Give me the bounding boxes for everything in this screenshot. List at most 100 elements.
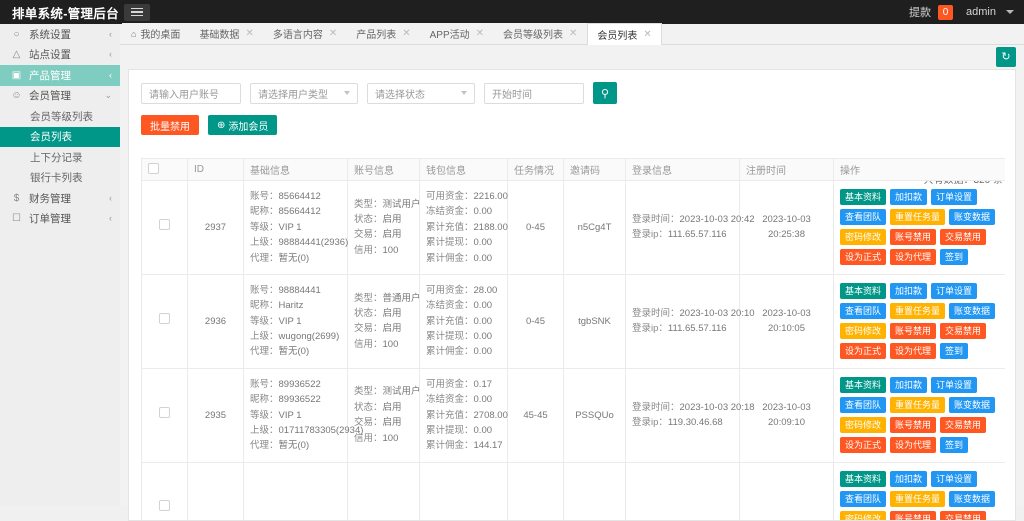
search-button[interactable]: ⚲ — [593, 82, 617, 104]
sidebar-item-member-management[interactable]: ☺ 会员管理 ⌄ — [0, 86, 120, 107]
op-button-row: 密码修改账号禁用交易禁用 — [840, 323, 999, 339]
admin-label[interactable]: admin — [966, 6, 996, 18]
gear-icon: ○ — [10, 29, 23, 40]
sidebar-item-member-list[interactable]: 会员列表 — [0, 127, 120, 148]
op-设为正式-button[interactable]: 设为正式 — [840, 343, 886, 359]
withdraw-badge[interactable]: 0 — [938, 5, 953, 20]
op-设为正式-button[interactable]: 设为正式 — [840, 249, 886, 265]
op-设为代理-button[interactable]: 设为代理 — [890, 437, 936, 453]
sidebar-item-site-settings[interactable]: △ 站点设置 ‹ — [0, 45, 120, 66]
member-table-wrapper[interactable]: ID 基础信息 账号信息 钱包信息 任务情况 邀请码 登录信息 注册时间 操作 … — [141, 158, 1005, 520]
op-签到-button[interactable]: 签到 — [940, 437, 968, 453]
tab-label: 会员列表 — [597, 27, 637, 42]
row-checkbox[interactable] — [159, 407, 170, 418]
chevron-down-icon[interactable] — [1006, 10, 1014, 14]
op-重置任务量-button[interactable]: 重置任务量 — [890, 209, 945, 225]
op-查看团队-button[interactable]: 查看团队 — [840, 209, 886, 225]
op-交易禁用-button[interactable]: 交易禁用 — [940, 511, 986, 520]
op-交易禁用-button[interactable]: 交易禁用 — [940, 229, 986, 245]
hamburger-icon[interactable] — [124, 4, 150, 21]
op-交易禁用-button[interactable]: 交易禁用 — [940, 323, 986, 339]
op-button-row: 设为正式设为代理签到 — [840, 249, 999, 265]
op-基本资料-button[interactable]: 基本资料 — [840, 471, 886, 487]
tab-basic-data[interactable]: 基础数据 ✕ — [190, 23, 263, 44]
table-row[interactable]: 2935账号：89936522昵称：89936522等级：VIP 1上级：017… — [142, 368, 1006, 462]
sidebar-item-finance-management[interactable]: $ 财务管理 ‹ — [0, 188, 120, 209]
close-icon[interactable]: ✕ — [476, 28, 484, 39]
close-icon[interactable]: ✕ — [569, 28, 577, 39]
op-账变数据-button[interactable]: 账变数据 — [949, 209, 995, 225]
close-icon[interactable]: ✕ — [643, 29, 651, 40]
op-账号禁用-button[interactable]: 账号禁用 — [890, 229, 936, 245]
tab-member-level-list[interactable]: 会员等级列表 ✕ — [494, 23, 587, 44]
op-加扣款-button[interactable]: 加扣款 — [890, 283, 927, 299]
table-row[interactable]: 基本资料加扣款订单设置查看团队重置任务量账变数据密码修改账号禁用交易禁用设为正式… — [142, 462, 1006, 520]
op-密码修改-button[interactable]: 密码修改 — [840, 417, 886, 433]
tab-multilingual-content[interactable]: 多语言内容 ✕ — [264, 23, 347, 44]
toolbar: ↻ — [120, 45, 1024, 69]
op-重置任务量-button[interactable]: 重置任务量 — [890, 491, 945, 507]
withdraw-label[interactable]: 提款 — [909, 4, 931, 20]
op-签到-button[interactable]: 签到 — [940, 343, 968, 359]
tab-my-desktop[interactable]: ⌂ 我的桌面 — [122, 23, 190, 44]
sidebar-item-order-management[interactable]: ☐ 订单管理 ‹ — [0, 209, 120, 230]
op-查看团队-button[interactable]: 查看团队 — [840, 491, 886, 507]
op-button-row: 设为正式设为代理签到 — [840, 437, 999, 453]
close-icon[interactable]: ✕ — [245, 28, 253, 39]
op-重置任务量-button[interactable]: 重置任务量 — [890, 303, 945, 319]
op-账号禁用-button[interactable]: 账号禁用 — [890, 323, 936, 339]
op-密码修改-button[interactable]: 密码修改 — [840, 511, 886, 520]
sidebar-item-bank-card-list[interactable]: 银行卡列表 — [0, 168, 120, 189]
op-账号禁用-button[interactable]: 账号禁用 — [890, 417, 936, 433]
select-all-checkbox[interactable] — [148, 163, 159, 174]
table-row[interactable]: 2937账号：85664412昵称：85664412等级：VIP 1上级：988… — [142, 181, 1006, 275]
op-订单设置-button[interactable]: 订单设置 — [931, 283, 977, 299]
op-密码修改-button[interactable]: 密码修改 — [840, 323, 886, 339]
op-账变数据-button[interactable]: 账变数据 — [949, 303, 995, 319]
row-checkbox[interactable] — [159, 500, 170, 511]
search-input[interactable]: 请输入用户账号 — [141, 83, 241, 104]
row-checkbox[interactable] — [159, 219, 170, 230]
batch-disable-button[interactable]: 批量禁用 — [141, 115, 199, 135]
op-重置任务量-button[interactable]: 重置任务量 — [890, 397, 945, 413]
sidebar-item-system-settings[interactable]: ○ 系统设置 ‹ — [0, 24, 120, 45]
op-查看团队-button[interactable]: 查看团队 — [840, 303, 886, 319]
sidebar-item-score-records[interactable]: 上下分记录 — [0, 147, 120, 168]
op-设为代理-button[interactable]: 设为代理 — [890, 343, 936, 359]
add-member-button[interactable]: ⊕ 添加会员 — [208, 115, 277, 135]
op-账变数据-button[interactable]: 账变数据 — [949, 491, 995, 507]
user-type-select[interactable]: 请选择用户类型 — [250, 83, 358, 104]
op-账变数据-button[interactable]: 账变数据 — [949, 397, 995, 413]
op-订单设置-button[interactable]: 订单设置 — [931, 471, 977, 487]
op-加扣款-button[interactable]: 加扣款 — [890, 471, 927, 487]
op-订单设置-button[interactable]: 订单设置 — [931, 189, 977, 205]
home-icon: ⌂ — [131, 29, 136, 39]
start-time-input[interactable]: 开始时间 — [484, 83, 584, 104]
table-row[interactable]: 2936账号：98884441昵称：Haritz等级：VIP 1上级：wugon… — [142, 274, 1006, 368]
sidebar-item-product-management[interactable]: ▣ 产品管理 ‹ — [0, 65, 120, 86]
op-订单设置-button[interactable]: 订单设置 — [931, 377, 977, 393]
tab-app-activity[interactable]: APP活动 ✕ — [421, 23, 494, 44]
op-加扣款-button[interactable]: 加扣款 — [890, 377, 927, 393]
row-checkbox[interactable] — [159, 313, 170, 324]
tab-product-list[interactable]: 产品列表 ✕ — [347, 23, 420, 44]
sidebar: ○ 系统设置 ‹ △ 站点设置 ‹ ▣ 产品管理 ‹ ☺ 会员管理 ⌄ 会员等级… — [0, 24, 120, 505]
op-基本资料-button[interactable]: 基本资料 — [840, 189, 886, 205]
close-icon[interactable]: ✕ — [402, 28, 410, 39]
op-基本资料-button[interactable]: 基本资料 — [840, 377, 886, 393]
op-账号禁用-button[interactable]: 账号禁用 — [890, 511, 936, 520]
op-加扣款-button[interactable]: 加扣款 — [890, 189, 927, 205]
op-查看团队-button[interactable]: 查看团队 — [840, 397, 886, 413]
op-设为正式-button[interactable]: 设为正式 — [840, 437, 886, 453]
refresh-icon[interactable]: ↻ — [996, 47, 1016, 67]
cell-invite-code: PSSQUo — [564, 368, 626, 462]
op-密码修改-button[interactable]: 密码修改 — [840, 229, 886, 245]
status-select[interactable]: 请选择状态 — [367, 83, 475, 104]
op-设为代理-button[interactable]: 设为代理 — [890, 249, 936, 265]
tab-member-list[interactable]: 会员列表 ✕ — [587, 23, 661, 45]
sidebar-item-member-level-list[interactable]: 会员等级列表 — [0, 106, 120, 127]
close-icon[interactable]: ✕ — [329, 28, 337, 39]
op-签到-button[interactable]: 签到 — [940, 249, 968, 265]
op-交易禁用-button[interactable]: 交易禁用 — [940, 417, 986, 433]
op-基本资料-button[interactable]: 基本资料 — [840, 283, 886, 299]
